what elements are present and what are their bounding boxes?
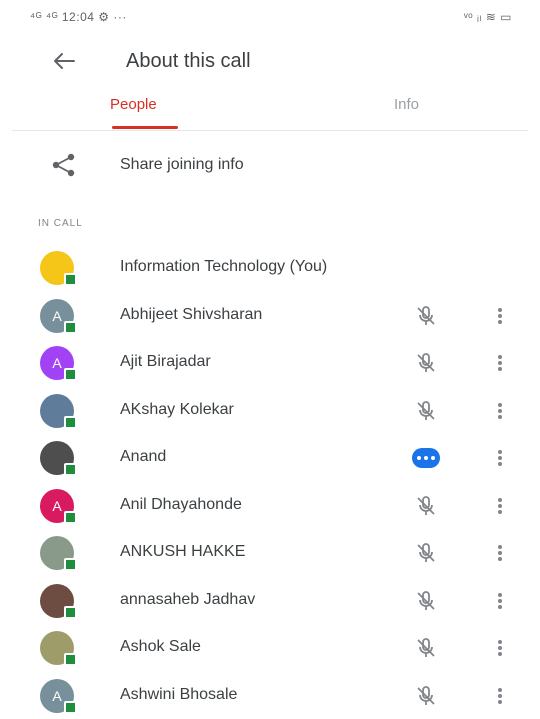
avatar: A [40,679,74,713]
share-joining-info-label: Share joining info [120,156,244,174]
more-options-button[interactable] [492,636,508,660]
more-options-button[interactable] [492,541,508,565]
presence-indicator [64,273,77,286]
more-options-button[interactable] [492,589,508,613]
presence-indicator [64,463,77,476]
mic-status [414,541,438,565]
participant-name: AKshay Kolekar [120,401,234,419]
avatar [40,584,74,618]
participant-name: Anand [120,448,166,466]
participant-name: Ashwini Bhosale [120,686,237,704]
presence-indicator [64,416,77,429]
more-vert-icon [492,684,508,708]
mic-off-icon [414,589,438,613]
participant-name: annasaheb Jadhav [120,591,255,609]
share-joining-info-button[interactable]: Share joining info [0,142,540,188]
participant-name: Information Technology (You) [120,258,327,276]
tab-info[interactable]: Info [394,96,419,113]
mic-status [414,636,438,660]
divider [12,130,528,131]
more-options-button[interactable] [492,399,508,423]
status-bar: ⁴ᴳ ⁴ᴳ 12:04 ⚙ ··· ᵛᵒ ᵢₗ ≋ ▭ [0,0,540,34]
mic-off-icon [414,351,438,375]
more-options-button[interactable] [492,304,508,328]
more-vert-icon [492,589,508,613]
participant-list: Information Technology (You) A Abhijeet Sh… [0,244,540,719]
presence-indicator [64,653,77,666]
presence-indicator [64,321,77,334]
more-options-button[interactable] [492,494,508,518]
mic-status [414,494,438,518]
mic-off-icon [414,399,438,423]
more-options-button[interactable] [492,446,508,470]
mic-status [414,684,438,708]
more-vert-icon [492,541,508,565]
more-vert-icon [492,399,508,423]
avatar [40,631,74,665]
active-tab-indicator [112,126,178,129]
mic-status [414,399,438,423]
participant-name: Ajit Birajadar [120,353,211,371]
more-vert-icon [492,494,508,518]
mic-off-icon [414,684,438,708]
avatar: A [40,299,74,333]
speaking-indicator [412,448,440,468]
status-left-text: ⁴ᴳ ⁴ᴳ 12:04 ⚙ ··· [30,10,127,24]
participant-row[interactable]: A Abhijeet Shivsharan [0,292,540,340]
avatar-initial: A [52,308,61,324]
avatar [40,441,74,475]
avatar-initial: A [52,498,61,514]
participant-row[interactable]: A Anil Dhayahonde [0,482,540,530]
avatar [40,394,74,428]
avatar: A [40,489,74,523]
presence-indicator [64,558,77,571]
avatar-initial: A [52,688,61,704]
participant-row[interactable]: annasaheb Jadhav [0,577,540,625]
participant-row[interactable]: AKshay Kolekar [0,387,540,435]
presence-indicator [64,606,77,619]
participant-row[interactable]: Anand [0,434,540,482]
arrow-back-icon [53,52,75,70]
mic-off-icon [414,636,438,660]
avatar [40,536,74,570]
participant-row[interactable]: Information Technology (You) [0,244,540,292]
page-title: About this call [126,50,251,73]
avatar-initial: A [52,355,61,371]
participant-row[interactable]: A Ajit Birajadar [0,339,540,387]
more-vert-icon [492,304,508,328]
mic-status [414,304,438,328]
participant-name: Anil Dhayahonde [120,496,242,514]
participant-row[interactable]: Ashok Sale [0,624,540,672]
participant-name: Abhijeet Shivsharan [120,306,262,324]
avatar [40,251,74,285]
participant-row[interactable]: A Ashwini Bhosale [0,672,540,719]
status-right-text: ᵛᵒ ᵢₗ ≋ ▭ [464,10,512,24]
participant-name: ANKUSH HAKKE [120,543,245,561]
more-vert-icon [492,636,508,660]
more-options-button[interactable] [492,684,508,708]
share-icon [50,152,78,178]
back-button[interactable] [44,44,84,78]
mic-off-icon [414,494,438,518]
mic-status [414,589,438,613]
presence-indicator [64,701,77,714]
participant-name: Ashok Sale [120,638,201,656]
in-call-section-label: IN CALL [38,218,83,229]
more-options-button[interactable] [492,351,508,375]
app-bar: About this call [0,34,540,90]
presence-indicator [64,511,77,524]
tab-people[interactable]: People [110,96,157,113]
avatar: A [40,346,74,380]
tab-bar: People Info [0,88,540,132]
mic-off-icon [414,541,438,565]
mic-status [414,351,438,375]
participant-row[interactable]: ANKUSH HAKKE [0,529,540,577]
more-vert-icon [492,446,508,470]
more-vert-icon [492,351,508,375]
mic-off-icon [414,304,438,328]
presence-indicator [64,368,77,381]
